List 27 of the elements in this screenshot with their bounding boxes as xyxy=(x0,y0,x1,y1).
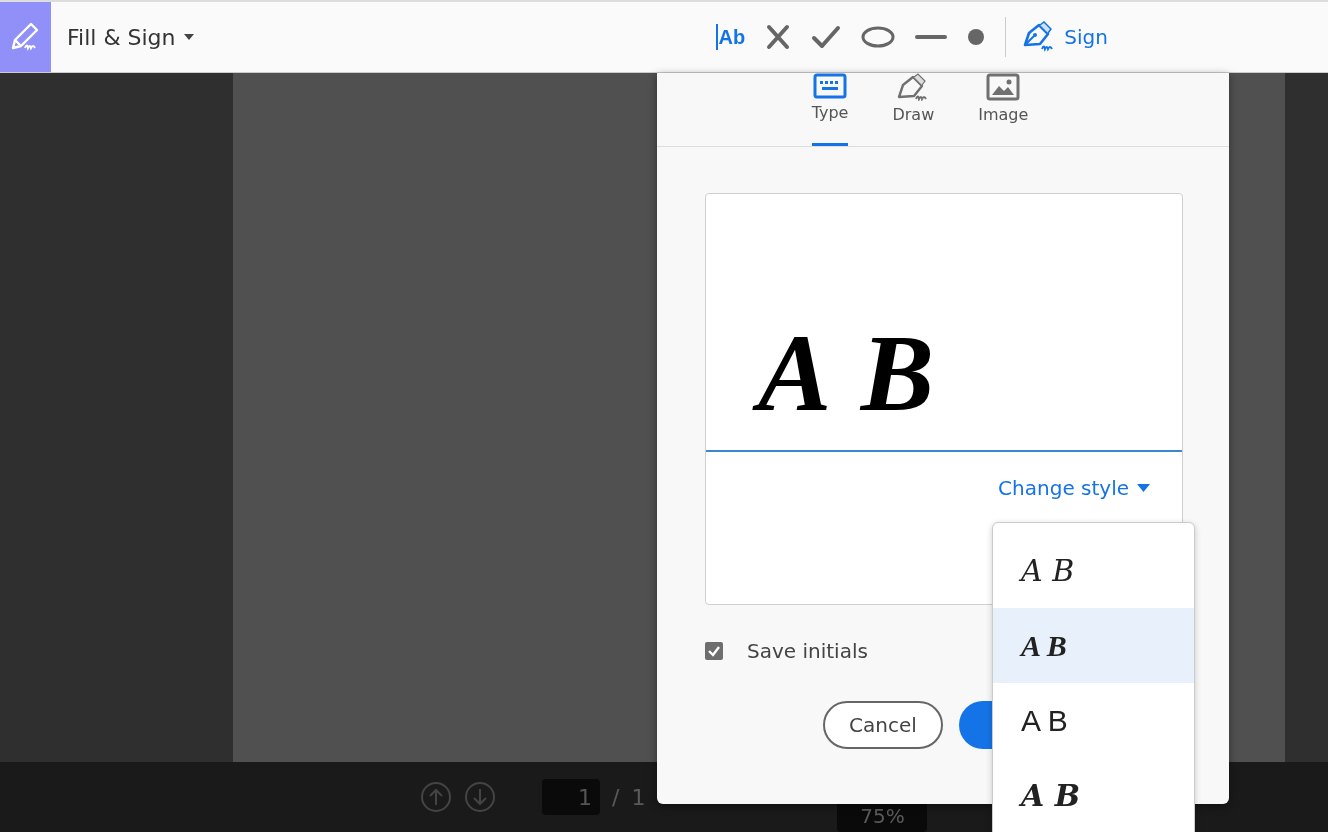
signature-tab[interactable]: Type xyxy=(811,73,849,146)
line-icon[interactable] xyxy=(915,34,948,40)
fill-sign-tile[interactable] xyxy=(0,2,51,72)
caret-icon xyxy=(1137,484,1150,492)
style-option[interactable]: A B xyxy=(993,758,1194,832)
check-icon[interactable] xyxy=(811,25,842,49)
page-total: 1 xyxy=(631,784,646,810)
sign-button[interactable]: Sign xyxy=(1022,21,1108,53)
signature-tab[interactable]: Draw xyxy=(892,73,935,146)
style-option[interactable]: A B xyxy=(993,683,1194,758)
dot-icon[interactable] xyxy=(967,28,986,46)
image-icon xyxy=(986,73,1021,101)
cross-icon[interactable] xyxy=(765,24,792,50)
change-style-menu[interactable]: Change style xyxy=(998,476,1150,500)
save-initials-checkbox[interactable] xyxy=(705,642,723,660)
signature-tab[interactable]: Image xyxy=(978,73,1029,146)
style-option[interactable]: A B xyxy=(993,608,1194,683)
page-separator: / xyxy=(612,784,620,810)
style-option[interactable]: A B xyxy=(993,533,1194,608)
initials-preview[interactable]: A B xyxy=(706,194,1182,452)
ellipse-icon[interactable] xyxy=(861,26,896,48)
keyboard-icon xyxy=(813,73,848,99)
caret-icon xyxy=(183,34,194,40)
cancel-button[interactable]: Cancel xyxy=(823,701,943,749)
fill-sign-menu[interactable]: Fill & Sign xyxy=(67,24,194,50)
add-text-tool[interactable]: Ab xyxy=(715,24,746,50)
save-initials-label: Save initials xyxy=(747,639,868,663)
